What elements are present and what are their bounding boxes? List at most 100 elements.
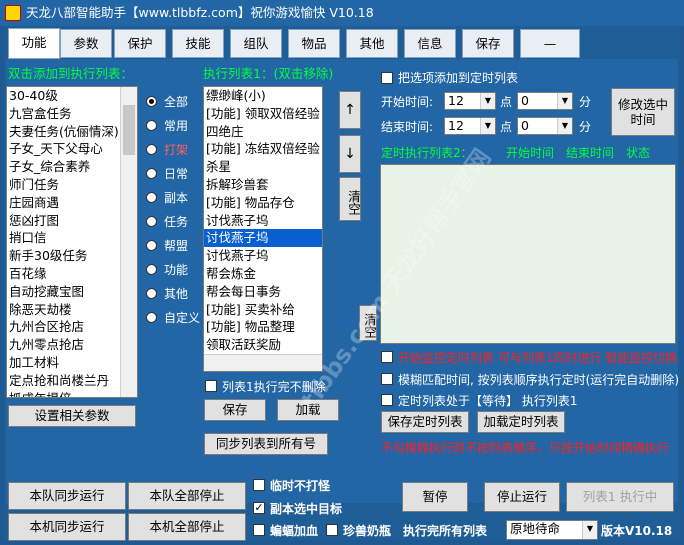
wait-exec-label: 定时列表处于【等待】 执行列表1 [398,394,578,408]
available-task-list[interactable]: 30-40级 九宫盒任务 夫妻任务(伉俪情深) 子女_天下父母心 子女_综合素养… [6,86,138,398]
tab-info[interactable]: 信息 [404,29,456,58]
load-timer-button[interactable]: 加载定时列表 [477,411,565,433]
exec-item[interactable]: 拆解珍兽套 [204,176,322,194]
category-label-daily: 日常 [164,167,189,181]
end-hour-select[interactable]: 12 ▼ [444,117,496,135]
tab-other[interactable]: 其他 [346,29,398,58]
machine-stop-all-button[interactable]: 本机全部停止 [128,513,246,541]
exec-list[interactable]: 缥缈峰(小) [功能] 领取双倍经验 四绝庄 [功能] 冻结双倍经验 杀星 拆解… [203,86,323,372]
list-item[interactable]: 30-40级 [7,87,137,105]
monitor-timer-checkbox[interactable] [381,351,393,363]
team-stop-all-button[interactable]: 本队全部停止 [128,482,246,510]
no-delete-checkbox[interactable] [205,380,217,392]
settings-button[interactable]: 设置相关参数 [8,405,136,427]
tab-params[interactable]: 参数 [60,29,112,58]
end-minute-value: 0 [521,118,529,133]
list-item[interactable]: 抓成年提倍 [7,390,137,397]
timer-col-start: 开始时间 [506,146,555,160]
list-item[interactable]: 捎口信 [7,229,137,247]
dungeon-target-checkbox[interactable]: ✓ [253,502,265,514]
list-item[interactable]: 自动挖藏宝图 [7,283,137,301]
tab-function[interactable]: 功能 [8,28,60,59]
list-item[interactable]: 九州合区抢店 [7,318,137,336]
tab-protect[interactable]: 保护 [114,29,166,58]
category-radio-quest[interactable] [146,216,157,227]
end-hour-value: 12 [448,118,464,133]
list-item[interactable]: 师门任务 [7,176,137,194]
tab-extra[interactable]: — [520,29,580,58]
list-item[interactable]: 百花缘 [7,265,137,283]
exec-item[interactable]: [功能] 物品存仓 [204,194,322,212]
exec-item-selected[interactable]: 讨伐燕子坞 [204,229,322,248]
save-timer-button[interactable]: 保存定时列表 [381,411,469,433]
list-item[interactable]: 庄园商遇 [7,194,137,212]
move-up-button[interactable]: ↑ [339,91,361,129]
add-to-timer-checkbox[interactable] [381,72,393,84]
fuzzy-match-checkbox[interactable] [381,373,393,385]
exec-item[interactable]: [功能] 物品整理 [204,318,322,336]
exec-item[interactable]: [功能] 冻结双倍经验 [204,140,322,158]
timer-col-status: 状态 [626,146,651,160]
category-radio-other[interactable] [146,288,157,299]
list-item[interactable]: 九州零点抢店 [7,336,137,354]
tab-save[interactable]: 保存 [462,29,514,58]
exec-item[interactable]: [功能] 买卖补给 [204,301,322,319]
after-complete-select[interactable]: 原地待命 ▼ [506,520,598,540]
start-hour-select[interactable]: 12 ▼ [444,92,496,110]
exec-item[interactable]: 缥缈峰(小) [204,87,322,105]
exec-item[interactable]: 领取活跃奖励 [204,336,322,354]
exec-item[interactable]: 四绝庄 [204,123,322,141]
running-status-button[interactable]: 列表1 执行中 [566,482,674,512]
list-item[interactable]: 子女_综合素养 [7,158,137,176]
move-down-button[interactable]: ↓ [339,135,361,173]
list-item[interactable]: 九宫盒任务 [7,105,137,123]
tab-skill[interactable]: 技能 [172,29,224,58]
category-radio-function[interactable] [146,264,157,275]
category-radio-dungeon[interactable] [146,192,157,203]
available-list-scrollbar[interactable] [120,87,137,397]
machine-sync-run-button[interactable]: 本机同步运行 [8,513,126,541]
clear-exec-button[interactable]: 清空 [339,177,361,221]
exec-list-hscrollbar[interactable] [204,354,322,371]
category-radio-daily[interactable] [146,168,157,179]
end-minute-select[interactable]: 0 ▼ [517,117,573,135]
exec-item[interactable]: 帮会每日事务 [204,283,322,301]
list-item[interactable]: 新手30级任务 [7,247,137,265]
list-item[interactable]: 除恶天劫楼 [7,301,137,319]
stop-run-button[interactable]: 停止运行 [484,482,560,512]
category-radio-guild[interactable] [146,240,157,251]
team-sync-run-button[interactable]: 本队同步运行 [8,482,126,510]
window-title: 天龙八部智能助手【www.tlbbfz.com】祝你游戏愉快 V10.18 [26,5,374,20]
tab-team[interactable]: 组队 [230,29,282,58]
tab-items[interactable]: 物品 [288,29,340,58]
start-minute-select[interactable]: 0 ▼ [517,92,573,110]
pet-milk-checkbox[interactable] [326,524,338,536]
bat-heal-checkbox[interactable] [253,524,265,536]
tab-bar: 功能 参数 保护 技能 组队 物品 其他 信息 保存 — [4,28,680,59]
exec-item[interactable]: 帮会炼金 [204,265,322,283]
temp-no-fight-checkbox[interactable] [253,479,265,491]
wait-exec-checkbox[interactable] [381,394,393,406]
category-radio-fight[interactable] [146,144,157,155]
exec-item[interactable]: 杀星 [204,158,322,176]
list-item[interactable]: 定点抢和尚楼兰丹 [7,372,137,390]
category-radio-custom[interactable] [146,312,157,323]
list-item[interactable]: 惩凶打图 [7,212,137,230]
modify-time-button[interactable]: 修改选中时间 [611,88,675,136]
category-radio-common[interactable] [146,120,157,131]
start-minute-unit: 分 [579,95,592,109]
scroll-thumb[interactable] [123,105,135,155]
exec-items: 缥缈峰(小) [功能] 领取双倍经验 四绝庄 [功能] 冻结双倍经验 杀星 拆解… [204,87,322,354]
exec-item[interactable]: 讨伐燕子坞 [204,247,322,265]
list-item[interactable]: 加工材料 [7,354,137,372]
pause-button[interactable]: 暂停 [402,482,468,512]
sync-list-button[interactable]: 同步列表到所有号 [204,433,328,455]
save-exec-button[interactable]: 保存 [204,399,266,421]
temp-no-fight-label: 临时不打怪 [270,479,331,493]
exec-item[interactable]: [功能] 领取双倍经验 [204,105,322,123]
list-item[interactable]: 子女_天下父母心 [7,140,137,158]
list-item[interactable]: 夫妻任务(伉俪情深) [7,123,137,141]
category-radio-all[interactable] [146,96,157,107]
exec-item[interactable]: 讨伐燕子坞 [204,212,322,230]
category-label-common: 常用 [164,119,189,133]
